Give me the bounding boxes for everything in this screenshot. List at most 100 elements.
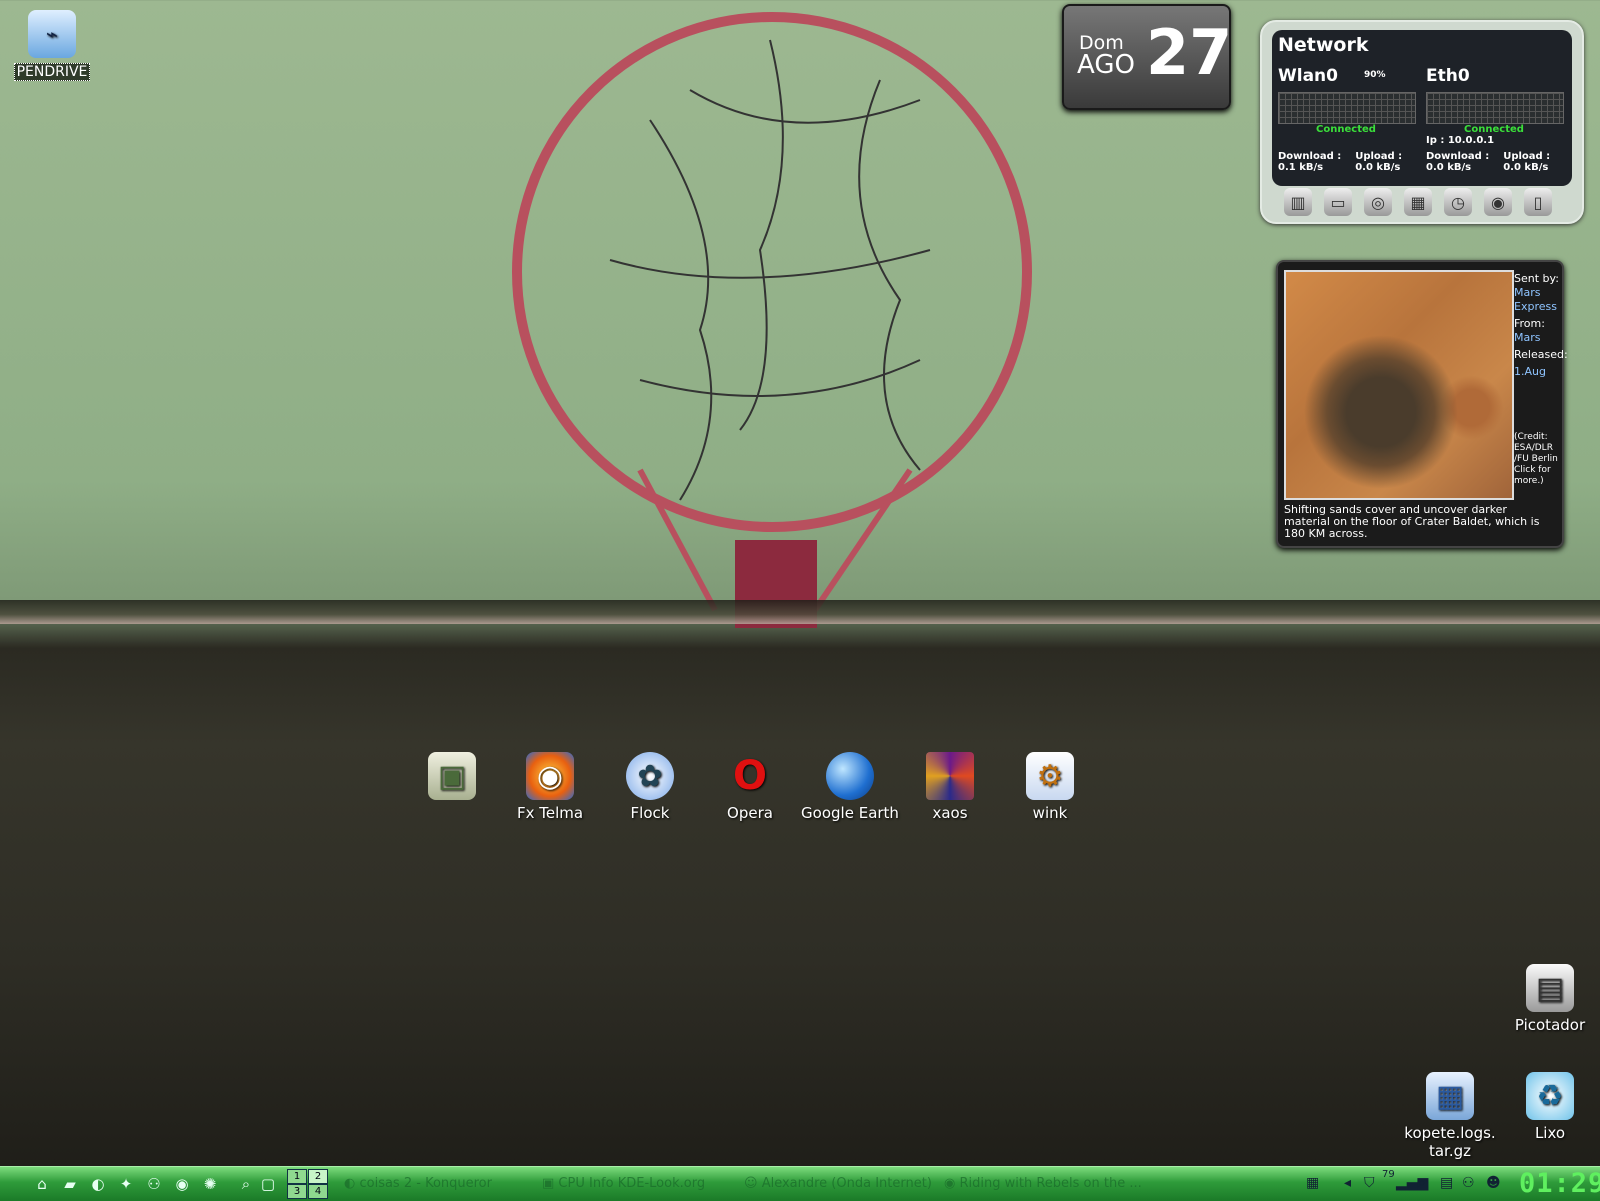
pendrive-desktop-icon[interactable]: ⌁ PENDRIVE <box>2 10 102 81</box>
monitor-launcher[interactable]: ▣ <box>402 752 502 804</box>
released-value[interactable]: 1.Aug <box>1514 365 1560 379</box>
search-icon[interactable]: ⌕ <box>1418 1175 1426 1191</box>
network-panel: Network Wlan0 90% Connected Download :0.… <box>1272 30 1572 186</box>
monitor-icon[interactable]: ▯ <box>1524 188 1552 216</box>
rates: Download :0.1 kB/s Upload :0.0 kB/s <box>1278 151 1418 173</box>
image-credit[interactable]: (Credit: ESA/DLR /FU Berlin Click for mo… <box>1514 432 1560 487</box>
home-icon[interactable]: ⌂ <box>32 1175 52 1193</box>
picture-info: Sent by: Mars Express From: Mars Release… <box>1514 272 1568 379</box>
xaos-launcher[interactable]: xaos <box>900 752 1000 822</box>
download-rate: Download :0.1 kB/s <box>1278 151 1342 173</box>
sent-by-value[interactable]: Mars Express <box>1514 286 1560 314</box>
launcher-label: xaos <box>932 804 968 822</box>
konqueror-icon: ◐ <box>344 1176 360 1191</box>
pager-desktop-2[interactable]: 2 <box>308 1169 328 1184</box>
launcher-label: Flock <box>630 804 670 822</box>
kopete-logs-desktop-icon[interactable]: ▦ kopete.logs. tar.gz <box>1400 1072 1500 1160</box>
kde-icon: ▣ <box>542 1176 559 1191</box>
launcher-label: wink <box>1032 804 1068 822</box>
clock-icon[interactable]: ◷ <box>1444 188 1472 216</box>
kopete-label-line2: tar.gz <box>1428 1142 1472 1160</box>
folder-icon[interactable]: ▰ <box>60 1175 80 1193</box>
signal-strength: 90% <box>1364 70 1386 80</box>
settings-icon[interactable]: ✺ <box>200 1175 220 1193</box>
date-widget[interactable]: Dom AGO 27 <box>1062 4 1232 110</box>
picotador-desktop-icon[interactable]: ▤ Picotador <box>1500 964 1600 1034</box>
google-earth-launcher[interactable]: Google Earth <box>800 752 900 822</box>
task-cpu-info[interactable]: ▣ CPU Info KDE-Look.org <box>542 1176 705 1191</box>
task-firefox[interactable]: ◉ Riding with Rebels on the ... <box>944 1176 1142 1191</box>
month: AGO <box>1077 50 1135 80</box>
lixo-desktop-icon[interactable]: ♻ Lixo <box>1500 1072 1600 1142</box>
tray-arrow-left-icon[interactable]: ◂ <box>1344 1175 1351 1191</box>
network-widget[interactable]: Network Wlan0 90% Connected Download :0.… <box>1260 20 1584 224</box>
usb-drive-icon: ⌁ <box>28 10 76 58</box>
clipboard-icon[interactable]: ▤ <box>1440 1175 1453 1191</box>
from-value[interactable]: Mars <box>1514 331 1560 345</box>
konqueror-icon[interactable]: ◐ <box>88 1175 108 1193</box>
user-icon[interactable]: ☻ <box>1486 1175 1501 1191</box>
mars-picture-widget[interactable]: Sent by: Mars Express From: Mars Release… <box>1276 260 1568 548</box>
pager-desktop-4[interactable]: 4 <box>308 1184 328 1199</box>
kopete-label-line1: kopete.logs. <box>1404 1124 1496 1142</box>
network-icon[interactable]: ⚇ <box>144 1175 164 1193</box>
wink-launcher[interactable]: ⚙ wink <box>1000 752 1100 822</box>
download-rate: Download :0.0 kB/s <box>1426 151 1490 173</box>
ip-address: Ip : 10.0.0.1 <box>1426 135 1495 146</box>
tray-grid-icon[interactable]: ▦ <box>1306 1175 1319 1191</box>
kopete-icon: ☺ <box>744 1176 762 1191</box>
rates: Download :0.0 kB/s Upload :0.0 kB/s <box>1426 151 1566 173</box>
shield-icon[interactable]: ⛉ <box>1364 1175 1375 1191</box>
pager-desktop-3[interactable]: 3 <box>287 1184 307 1199</box>
firefox-icon: ◉ <box>526 752 574 800</box>
monitor-tools: ▥ ▭ ◎ ▦ ◷ ◉ ▯ <box>1284 188 1552 216</box>
pager-desktop-1[interactable]: 1 <box>287 1169 307 1184</box>
connection-status: Connected <box>1464 124 1524 135</box>
memory-icon[interactable]: ▥ <box>1284 188 1312 216</box>
opera-icon: O <box>732 753 767 799</box>
window-icon[interactable]: ▢ <box>258 1175 278 1193</box>
picotador-label: Picotador <box>1514 1016 1586 1034</box>
network-tray-icon[interactable]: ⚇ <box>1462 1175 1475 1191</box>
traffic-graph <box>1278 92 1416 124</box>
task-kopete-chat[interactable]: ☺ Alexandre (Onda Internet) <box>744 1176 932 1191</box>
cd-icon[interactable]: ◉ <box>1484 188 1512 216</box>
clock[interactable]: 01:29 <box>1519 1168 1600 1199</box>
launcher-label: Google Earth <box>801 804 899 822</box>
interface-name: Eth0 <box>1426 66 1470 86</box>
upload-rate: Upload :0.0 kB/s <box>1503 151 1551 173</box>
desktop-pager: 1 2 3 4 <box>287 1169 329 1199</box>
upload-rate: Upload :0.0 kB/s <box>1355 151 1403 173</box>
network-icon[interactable]: ▦ <box>1404 188 1432 216</box>
flock-icon: ✿ <box>626 752 674 800</box>
connection-status: Connected <box>1316 124 1376 135</box>
mars-crater-image[interactable] <box>1284 270 1514 500</box>
interface-wlan0: Wlan0 90% Connected Download :0.1 kB/s U… <box>1278 66 1418 173</box>
firefox-icon[interactable]: ◉ <box>172 1175 192 1193</box>
flock-launcher[interactable]: ✿ Flock <box>600 752 700 822</box>
star-icon[interactable]: ✦ <box>116 1175 136 1193</box>
trash-icon: ♻ <box>1526 1072 1574 1120</box>
fx-telma-launcher[interactable]: ◉ Fx Telma <box>500 752 600 822</box>
task-konqueror[interactable]: ◐ coisas 2 - Konqueror <box>344 1176 492 1191</box>
magnifier-icon[interactable]: ⌕ <box>236 1175 256 1193</box>
released-label: Released: <box>1514 348 1568 361</box>
opera-launcher[interactable]: O Opera <box>700 752 800 822</box>
disk-icon[interactable]: ▭ <box>1324 188 1352 216</box>
speaker-icon[interactable]: ◎ <box>1364 188 1392 216</box>
fractal-icon <box>926 752 974 800</box>
ip-address <box>1278 135 1418 149</box>
network-title: Network <box>1278 34 1369 56</box>
lixo-label: Lixo <box>1534 1124 1566 1142</box>
traffic-graph <box>1426 92 1564 124</box>
monitor-icon: ▣ <box>428 752 476 800</box>
launcher-label: Fx Telma <box>516 804 584 822</box>
taskbar: ⌂ ▰ ◐ ✦ ⚇ ◉ ✺ ⌕ ▢ 1 2 3 4 ◐ coisas 2 - K… <box>0 1166 1600 1201</box>
google-earth-icon <box>826 752 874 800</box>
tray-value: 79 <box>1382 1169 1395 1180</box>
firefox-icon: ◉ <box>944 1176 960 1191</box>
interface-name: Wlan0 <box>1278 66 1338 86</box>
pendrive-label: PENDRIVE <box>13 63 91 81</box>
wink-icon: ⚙ <box>1026 752 1074 800</box>
shredder-icon: ▤ <box>1526 964 1574 1012</box>
